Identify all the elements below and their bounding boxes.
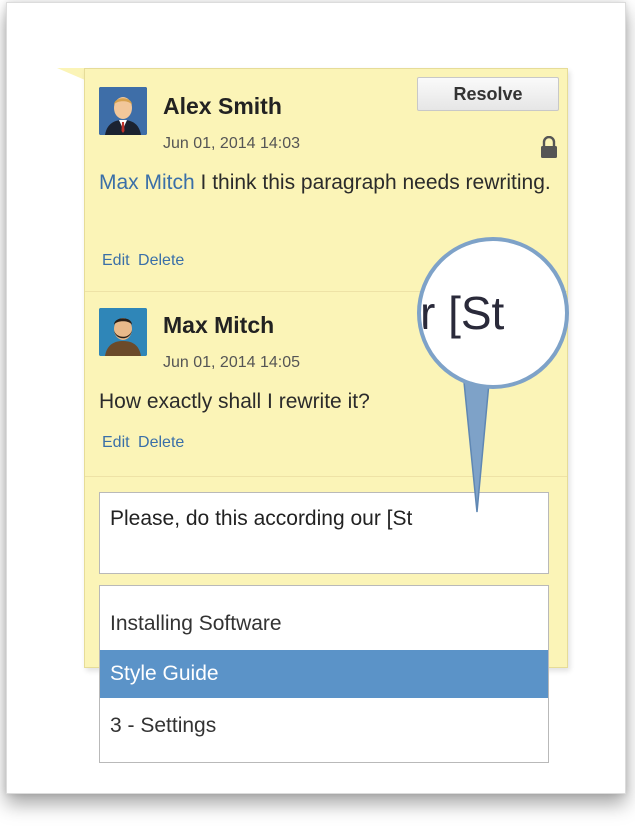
magnifier-lens <box>417 237 569 389</box>
magnifier-callout <box>417 237 569 513</box>
